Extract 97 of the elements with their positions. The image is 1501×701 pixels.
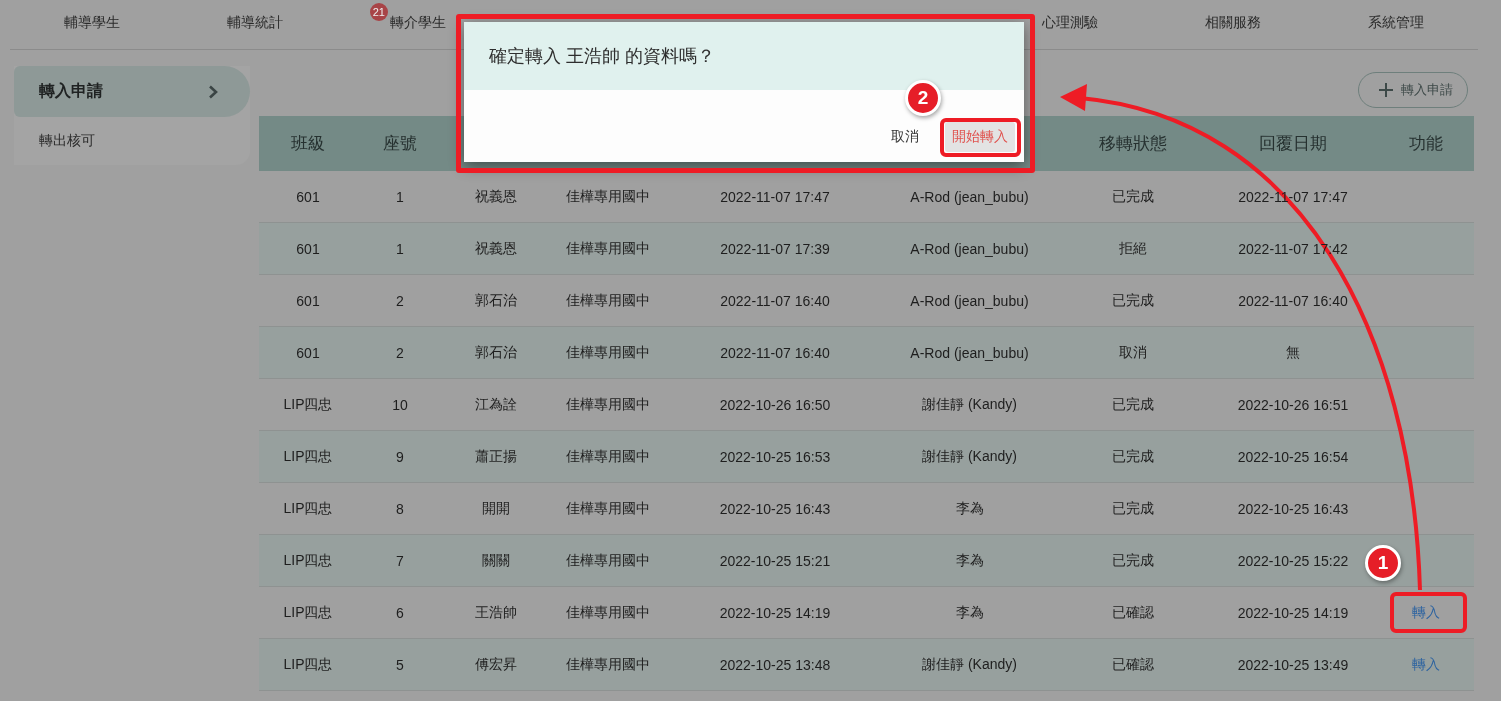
table-cell: 佳樺專用國中 [566, 551, 650, 570]
table-cell: 2022-10-25 14:19 [719, 604, 831, 621]
table-cell: 2022-10-25 16:43 [719, 500, 831, 517]
column-header: 回覆日期 [1259, 133, 1327, 155]
table-cell: 1 [396, 240, 404, 257]
table-cell: 佳樺專用國中 [566, 291, 650, 310]
table-cell: 佳樺專用國中 [566, 395, 650, 414]
table-cell: 2022-11-07 16:40 [720, 344, 830, 361]
table-cell: 佳樺專用國中 [566, 187, 650, 206]
table-cell: 佳樺專用國中 [566, 655, 650, 674]
cancel-button[interactable]: 取消 [877, 122, 933, 152]
start-transfer-button[interactable]: 開始轉入 [945, 122, 1015, 152]
table-cell: 已完成 [1111, 551, 1154, 570]
table-cell: 佳樺專用國中 [566, 499, 650, 518]
table-cell: A-Rod (jean_bubu) [910, 292, 1029, 309]
column-header: 功能 [1409, 133, 1443, 155]
table-cell: 2022-10-25 16:43 [1237, 500, 1349, 517]
table-cell: 2022-11-07 17:39 [720, 240, 830, 257]
table-cell: 6 [396, 604, 404, 621]
table-cell: 佳樺專用國中 [566, 343, 650, 362]
table-cell: 蕭正揚 [474, 447, 517, 466]
count-badge: 21 [369, 2, 388, 21]
table-cell: 2022-10-25 13:48 [719, 656, 831, 673]
chevron-right-icon [208, 84, 218, 99]
sidebar-item[interactable]: 轉入申請 [14, 66, 250, 117]
column-header: 班級 [291, 133, 325, 155]
table-cell: LIP四忠 [283, 447, 333, 466]
table-cell: 2022-10-25 15:21 [719, 552, 831, 569]
column-header: 移轉狀態 [1098, 133, 1167, 155]
table-cell: 2022-10-26 16:50 [719, 396, 831, 413]
table-cell: 2022-10-25 16:53 [719, 448, 831, 465]
table-cell: 已完成 [1111, 395, 1154, 414]
table-cell: 無 [1286, 343, 1300, 362]
table-cell: A-Rod (jean_bubu) [910, 240, 1029, 257]
table-cell: 謝佳靜 (Kandy) [922, 447, 1017, 466]
table-cell: 601 [296, 344, 320, 361]
table-cell: 李為 [955, 499, 984, 518]
table-cell: 李為 [955, 603, 984, 622]
table-cell: 2022-11-07 16:40 [1238, 292, 1348, 309]
table-cell: 郭石治 [474, 291, 517, 310]
table-cell: 謝佳靜 (Kandy) [922, 655, 1017, 674]
table-cell: 9 [396, 448, 404, 465]
table-cell: 10 [392, 396, 408, 413]
table-cell: 1 [396, 188, 404, 205]
table-cell: 8 [396, 500, 404, 517]
table-cell: LIP四忠 [283, 603, 333, 622]
table-cell: 祝義恩 [474, 239, 517, 258]
sidebar-item[interactable]: 轉出核可 [14, 117, 250, 165]
table-cell: A-Rod (jean_bubu) [910, 344, 1029, 361]
table-cell: LIP四忠 [283, 395, 333, 414]
table-cell: 傅宏昇 [474, 655, 517, 674]
table-cell: 佳樺專用國中 [566, 447, 650, 466]
dialog-message: 確定轉入 王浩帥 的資料嗎？ [489, 45, 715, 68]
table-cell: 佳樺專用國中 [566, 603, 650, 622]
nav-tab[interactable]: 輔導學生 [61, 9, 122, 36]
table-cell: 2 [396, 292, 404, 309]
table-cell: LIP四忠 [283, 655, 333, 674]
table-cell: 祝義恩 [474, 187, 517, 206]
table-cell: A-Rod (jean_bubu) [910, 188, 1029, 205]
table-cell: 601 [296, 240, 320, 257]
table-cell: 7 [396, 552, 404, 569]
table-cell: 開開 [481, 499, 510, 518]
nav-tab[interactable]: 輔導統計 [224, 9, 285, 36]
table-cell: 佳樺專用國中 [566, 239, 650, 258]
table-cell: 2022-11-07 16:40 [720, 292, 830, 309]
table-cell: 2022-10-25 13:49 [1237, 656, 1349, 673]
table-cell: 2022-10-25 14:19 [1237, 604, 1349, 621]
table-cell: 江為詮 [474, 395, 517, 414]
table-cell: 已完成 [1111, 499, 1154, 518]
table-cell: 2 [396, 344, 404, 361]
nav-tab[interactable]: 相關服務 [1203, 9, 1264, 36]
table-cell: 2022-10-25 16:54 [1237, 448, 1349, 465]
nav-tab[interactable]: 系統管理 [1366, 9, 1427, 36]
nav-tab[interactable]: 轉介學生 [387, 9, 448, 36]
table-cell: 已確認 [1111, 603, 1154, 622]
plus-icon [1379, 83, 1393, 97]
table-cell: 已確認 [1111, 655, 1154, 674]
table-cell: 拒絕 [1118, 239, 1147, 258]
table-cell: 李為 [955, 551, 984, 570]
nav-tab[interactable]: 心理測驗 [1040, 9, 1101, 36]
table-cell: 601 [296, 188, 320, 205]
column-header: 座號 [383, 133, 417, 155]
table-cell: 2022-11-07 17:47 [720, 188, 830, 205]
table-cell: 已完成 [1111, 447, 1154, 466]
table-cell: 2022-10-25 15:22 [1237, 552, 1349, 569]
table-cell: 謝佳靜 (Kandy) [922, 395, 1017, 414]
table-cell: 取消 [1118, 343, 1147, 362]
table-cell: LIP四忠 [283, 499, 333, 518]
table-cell: 已完成 [1111, 291, 1154, 310]
table-cell: 郭石治 [474, 343, 517, 362]
table-cell: LIP四忠 [283, 551, 333, 570]
table-cell: 5 [396, 656, 404, 673]
table-cell: 關關 [481, 551, 510, 570]
table-cell: 已完成 [1111, 187, 1154, 206]
table-cell: 601 [296, 292, 320, 309]
table-cell: 王浩帥 [474, 603, 517, 622]
table-cell: 2022-10-26 16:51 [1237, 396, 1349, 413]
